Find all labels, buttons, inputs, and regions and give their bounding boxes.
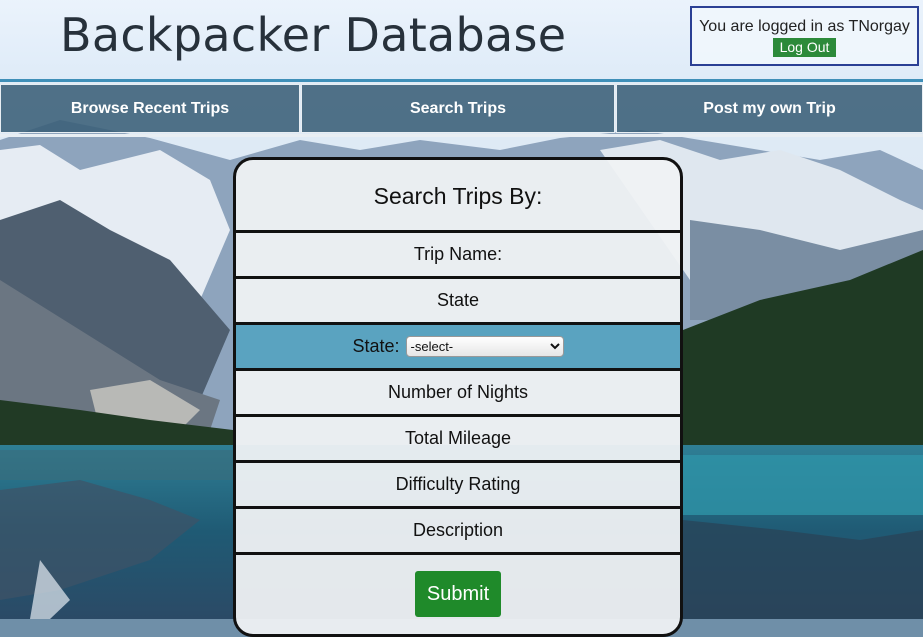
site-title: Backpacker Database	[60, 8, 567, 62]
nav-browse-recent-trips[interactable]: Browse Recent Trips	[0, 84, 300, 133]
field-label: State:	[352, 336, 400, 356]
field-state[interactable]: State	[236, 276, 680, 322]
field-trip-name[interactable]: Trip Name:	[236, 230, 680, 276]
field-label: Total Mileage	[404, 428, 512, 448]
state-select[interactable]: -select-	[405, 336, 564, 357]
field-description[interactable]: Description	[236, 506, 680, 552]
login-status-text: You are logged in as TNorgay	[699, 18, 910, 35]
nav-post-own-trip[interactable]: Post my own Trip	[616, 84, 923, 133]
main-nav: Browse Recent Trips Search Trips Post my…	[0, 84, 923, 135]
search-panel-title: Search Trips By:	[373, 182, 543, 209]
login-status-box: You are logged in as TNorgay Log Out	[690, 6, 919, 66]
submit-button[interactable]: Submit	[415, 571, 501, 617]
field-total-mileage[interactable]: Total Mileage	[236, 414, 680, 460]
submit-row: Submit	[236, 552, 680, 634]
nav-divider	[0, 134, 923, 137]
logout-button[interactable]: Log Out	[772, 38, 837, 57]
field-label: Number of Nights	[387, 382, 529, 402]
field-number-of-nights[interactable]: Number of Nights	[236, 368, 680, 414]
field-state-select-row: State: -select-	[236, 322, 680, 368]
search-panel: Search Trips By: Trip Name: State State:…	[233, 157, 683, 637]
field-label: Description	[412, 520, 504, 540]
header-divider	[0, 79, 923, 82]
field-label: Trip Name:	[413, 244, 503, 264]
field-label: Difficulty Rating	[395, 474, 521, 494]
field-difficulty-rating[interactable]: Difficulty Rating	[236, 460, 680, 506]
nav-search-trips[interactable]: Search Trips	[301, 84, 615, 133]
field-label: State	[436, 290, 480, 310]
